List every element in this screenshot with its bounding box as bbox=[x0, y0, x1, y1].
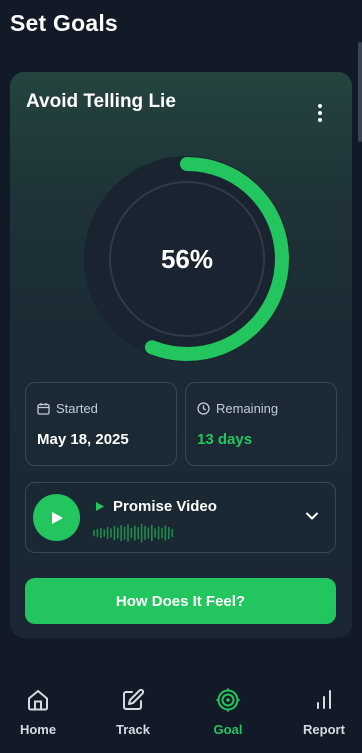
edit-icon bbox=[123, 688, 145, 710]
target-icon bbox=[216, 688, 240, 712]
promise-video-box[interactable]: Promise Video bbox=[25, 482, 336, 553]
more-dot bbox=[318, 111, 322, 115]
home-icon bbox=[28, 690, 48, 711]
audio-waveform bbox=[93, 523, 173, 543]
more-options-button[interactable] bbox=[310, 102, 330, 124]
more-dot bbox=[318, 118, 322, 122]
goal-card: Avoid Telling Lie 56% Started May 18, 20… bbox=[10, 72, 352, 638]
nav-item-goal[interactable]: Goal bbox=[193, 688, 263, 744]
remaining-days: 13 days bbox=[197, 431, 253, 448]
promise-video-label: Promise Video bbox=[113, 498, 217, 515]
progress-percent-label: 56% bbox=[160, 243, 214, 274]
scrollbar[interactable] bbox=[358, 42, 362, 142]
calendar-icon bbox=[37, 403, 50, 415]
remaining-stat-header: Remaining bbox=[197, 401, 278, 416]
goal-title: Avoid Telling Lie bbox=[26, 91, 176, 112]
bar-chart-icon bbox=[317, 690, 331, 709]
nav-label-home: Home bbox=[19, 722, 57, 737]
remaining-label: Remaining bbox=[216, 401, 279, 416]
started-stat-box: Started May 18, 2025 bbox=[25, 382, 177, 466]
how-does-it-feel-button[interactable]: How Does It Feel? bbox=[25, 578, 336, 624]
clock-icon bbox=[197, 402, 210, 415]
small-play-icon bbox=[96, 502, 104, 511]
nav-label-goal: Goal bbox=[213, 722, 243, 737]
video-label-row: Promise Video bbox=[96, 498, 217, 515]
nav-label-report: Report bbox=[303, 722, 345, 737]
play-icon bbox=[51, 511, 63, 524]
started-stat-header: Started bbox=[37, 401, 98, 416]
page-title: Set Goals bbox=[10, 10, 118, 36]
nav-item-track[interactable]: Track bbox=[98, 688, 168, 744]
play-button[interactable] bbox=[33, 494, 80, 541]
progress-ring: 56% bbox=[84, 156, 290, 362]
nav-item-report[interactable]: Report bbox=[289, 688, 359, 744]
more-dot bbox=[318, 104, 322, 108]
started-date: May 18, 2025 bbox=[37, 431, 129, 448]
started-label: Started bbox=[56, 401, 98, 416]
nav-label-track: Track bbox=[116, 722, 150, 737]
chevron-down-icon[interactable] bbox=[303, 507, 321, 525]
nav-item-home[interactable]: Home bbox=[3, 688, 73, 744]
remaining-stat-box: Remaining 13 days bbox=[185, 382, 337, 466]
bottom-nav: Home Track Goal Report bbox=[0, 670, 362, 753]
